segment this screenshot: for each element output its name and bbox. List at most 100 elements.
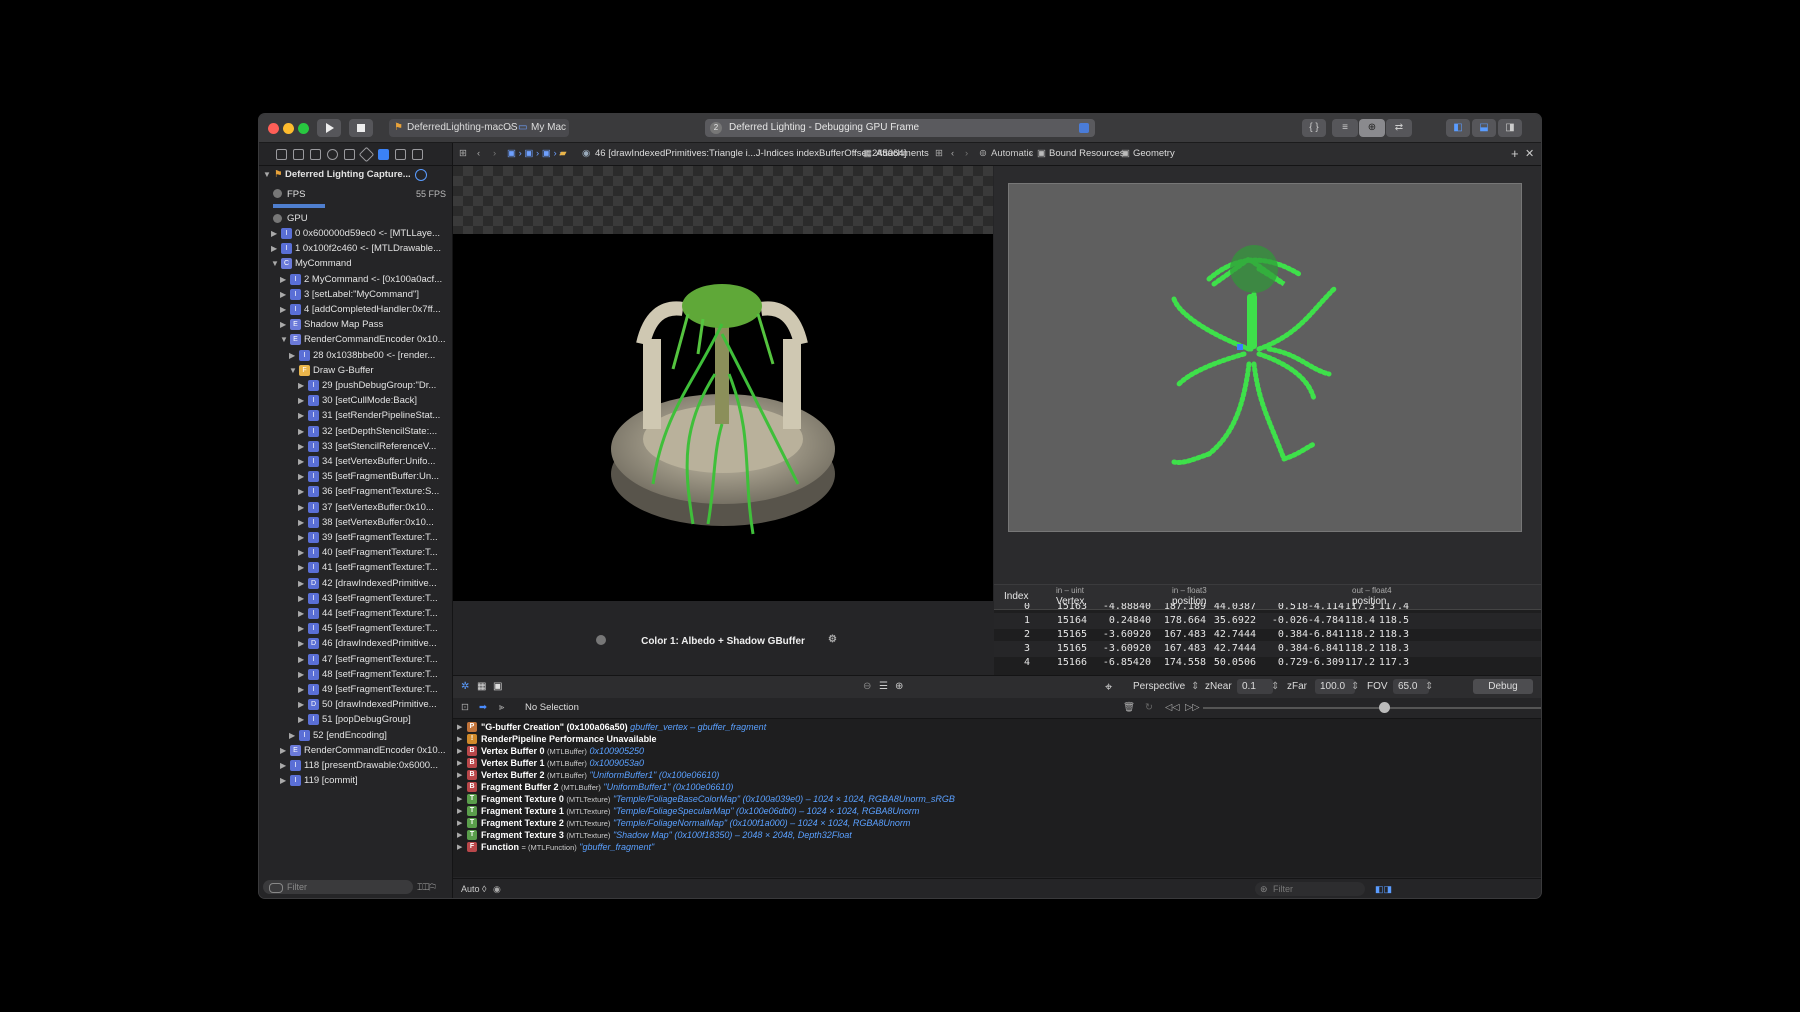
tree-item[interactable]: ▼ E RenderCommandEncoder 0x10... xyxy=(280,332,446,347)
column-header-index[interactable]: Index xyxy=(1004,591,1028,602)
toggle-debug-area-button[interactable]: ⬓ xyxy=(1472,119,1496,137)
tree-item[interactable]: ▶ I 2 MyCommand <- [0x100a0acf... xyxy=(280,272,446,287)
variable-row[interactable]: ▶ F Function = (MTLFunction) "gbuffer_frag… xyxy=(453,841,1533,854)
reload-shaders-icon[interactable]: ↻ xyxy=(1145,698,1153,718)
scrubber-handle[interactable] xyxy=(1379,702,1390,713)
disclosure-closed-icon[interactable]: ▶ xyxy=(298,484,308,499)
tree-item[interactable]: ▶ I 118 [presentDrawable:0x6000... xyxy=(280,758,446,773)
navigator-filter-field[interactable]: Filter xyxy=(263,880,413,894)
tree-item[interactable]: ▶ I 28 0x1038bbe00 <- [render... xyxy=(289,348,446,363)
disclosure-closed-icon[interactable]: ▶ xyxy=(280,317,290,332)
breadcrumb-automatic[interactable]: Automatic xyxy=(991,143,1033,165)
zoom-in-icon[interactable]: ⊕ xyxy=(895,676,903,698)
disclosure-closed-icon[interactable]: ▶ xyxy=(298,591,308,606)
fit-icon[interactable]: ☰ xyxy=(879,676,888,698)
tree-item[interactable]: ▶ I 48 [setFragmentTexture:T... xyxy=(298,667,446,682)
table-row[interactable]: 4 15166 -6.85420 174.558 50.0506 0.729 -6.309 1… xyxy=(994,655,1541,671)
tree-item[interactable]: ▶ D 42 [drawIndexedPrimitive... xyxy=(298,576,446,591)
tree-item[interactable]: ▶ I 0 0x600000d59ec0 <- [MTLLaye... xyxy=(271,226,446,241)
capture-root-item[interactable]: ▼ ⚑ Deferred Lighting Capture... xyxy=(263,167,448,182)
tree-item[interactable]: ▶ I 51 [popDebugGroup] xyxy=(298,712,446,727)
symbol-navigator-icon[interactable] xyxy=(310,149,321,160)
tree-item[interactable]: ▶ I 47 [setFragmentTexture:T... xyxy=(298,652,446,667)
tree-item[interactable]: ▶ I 29 [pushDebugGroup:"Dr... xyxy=(298,378,446,393)
gpu-gauge[interactable]: GPU xyxy=(273,211,448,226)
version-editor-button[interactable]: ⇄ xyxy=(1386,119,1412,137)
breadcrumb-draw-call[interactable]: 46 [drawIndexedPrimitives:Triangle i...J… xyxy=(595,143,906,165)
code-review-button[interactable]: { } xyxy=(1302,119,1326,137)
disclosure-closed-icon[interactable]: ▶ xyxy=(298,682,308,697)
disclosure-closed-icon[interactable]: ▶ xyxy=(298,469,308,484)
debug-frame-icon[interactable]: ✲ xyxy=(461,676,469,698)
tree-item[interactable]: ▶ I 44 [setFragmentTexture:T... xyxy=(298,606,446,621)
attachments-grid-icon[interactable]: ▦ xyxy=(477,676,486,698)
info-icon[interactable] xyxy=(596,635,606,645)
disclosure-closed-icon[interactable]: ▶ xyxy=(298,545,308,560)
tree-item[interactable]: ▶ I 39 [setFragmentTexture:T... xyxy=(298,530,446,545)
geometry-viewport[interactable] xyxy=(1008,183,1522,532)
tree-item[interactable]: ▶ I 119 [commit] xyxy=(280,773,446,788)
tree-item[interactable]: ▶ I 40 [setFragmentTexture:T... xyxy=(298,545,446,560)
disclosure-closed-icon[interactable]: ▶ xyxy=(280,272,290,287)
disclosure-closed-icon[interactable]: ▶ xyxy=(298,621,308,636)
tree-item[interactable]: ▶ D 50 [drawIndexedPrimitive... xyxy=(298,697,446,712)
disclosure-closed-icon[interactable]: ▶ xyxy=(457,841,462,854)
znear-field[interactable]: 0.1 xyxy=(1237,679,1273,694)
disclosure-triangle-icon[interactable]: ▼ xyxy=(263,167,273,182)
close-editor-icon[interactable]: ✕ xyxy=(1525,143,1534,165)
forward-button[interactable]: › xyxy=(493,143,496,165)
disclosure-closed-icon[interactable]: ▶ xyxy=(298,576,308,591)
tree-item[interactable]: ▼ C MyCommand xyxy=(271,256,446,271)
zoom-window-button[interactable] xyxy=(298,123,309,134)
disclosure-closed-icon[interactable]: ▶ xyxy=(298,667,308,682)
tree-item[interactable]: ▶ I 49 [setFragmentTexture:T... xyxy=(298,682,446,697)
tree-item[interactable]: ▶ I 36 [setFragmentTexture:S... xyxy=(298,484,446,499)
tree-item[interactable]: ▶ I 31 [setRenderPipelineStat... xyxy=(298,408,446,423)
draw-call-scrubber[interactable] xyxy=(1203,702,1541,713)
breadcrumb-icons[interactable]: ▣ › ▣ › ▣ › ▰ › xyxy=(507,143,567,165)
geometry-viewer[interactable] xyxy=(994,166,1541,586)
disclosure-closed-icon[interactable]: ▶ xyxy=(298,515,308,530)
tree-item[interactable]: ▶ E RenderCommandEncoder 0x10... xyxy=(280,743,446,758)
disclosure-closed-icon[interactable]: ▶ xyxy=(298,530,308,545)
disclosure-closed-icon[interactable]: ▶ xyxy=(298,393,308,408)
tree-item[interactable]: ▶ I 43 [setFragmentTexture:T... xyxy=(298,591,446,606)
tree-item[interactable]: ▶ I 38 [setVertexBuffer:0x10... xyxy=(298,515,446,530)
info-icon[interactable] xyxy=(415,169,427,181)
disclosure-closed-icon[interactable]: ▶ xyxy=(280,758,290,773)
disclosure-open-icon[interactable]: ▼ xyxy=(280,332,290,347)
issue-navigator-icon[interactable] xyxy=(344,149,355,160)
disclosure-closed-icon[interactable]: ▶ xyxy=(280,743,290,758)
disclosure-closed-icon[interactable]: ▶ xyxy=(298,454,308,469)
back-button[interactable]: ‹ xyxy=(951,143,954,165)
zoom-out-icon[interactable]: ⊖ xyxy=(863,676,871,698)
disclosure-closed-icon[interactable]: ▶ xyxy=(280,302,290,317)
tree-item[interactable]: ▶ I 52 [endEncoding] xyxy=(289,728,446,743)
attachment-viewer[interactable]: Color 1: Albedo + Shadow GBuffer ⚙ xyxy=(453,166,993,647)
close-window-button[interactable] xyxy=(268,123,279,134)
tree-item[interactable]: ▶ I 3 [setLabel:"MyCommand"] xyxy=(280,287,446,302)
stop-button[interactable] xyxy=(349,119,373,137)
debug-navigator-icon[interactable] xyxy=(378,149,389,160)
tree-item[interactable]: ▶ I 30 [setCullMode:Back] xyxy=(298,393,446,408)
vertex-attribute-table[interactable]: Index in – uint Vertex in – float3 posit… xyxy=(994,584,1541,675)
disclosure-closed-icon[interactable]: ▶ xyxy=(298,652,308,667)
assistant-editor-button[interactable]: ⊕ xyxy=(1359,119,1385,137)
source-control-icon[interactable] xyxy=(293,149,304,160)
disclosure-closed-icon[interactable]: ▶ xyxy=(289,348,299,363)
tree-item[interactable]: ▶ I 41 [setFragmentTexture:T... xyxy=(298,560,446,575)
tree-item[interactable]: ▶ I 1 0x100f2c460 <- [MTLDrawable... xyxy=(271,241,446,256)
fov-stepper[interactable]: ⇕ xyxy=(1425,676,1433,698)
tree-item[interactable]: ▶ I 37 [setVertexBuffer:0x10... xyxy=(298,500,446,515)
tree-item[interactable]: ▶ D 46 [drawIndexedPrimitive... xyxy=(298,636,446,651)
zfar-field[interactable]: 100.0 xyxy=(1315,679,1355,694)
back-button[interactable]: ‹ xyxy=(477,143,480,165)
standard-editor-button[interactable]: ≡ xyxy=(1332,119,1358,137)
camera-reset-icon[interactable]: ⌖ xyxy=(1105,676,1112,698)
gear-icon[interactable]: ⚙ xyxy=(828,634,837,645)
minimize-window-button[interactable] xyxy=(283,123,294,134)
find-navigator-icon[interactable] xyxy=(327,149,338,160)
related-items-icon[interactable]: ⊞ xyxy=(459,143,467,165)
disclosure-closed-icon[interactable]: ▶ xyxy=(271,226,281,241)
add-editor-icon[interactable]: + xyxy=(1511,143,1519,165)
